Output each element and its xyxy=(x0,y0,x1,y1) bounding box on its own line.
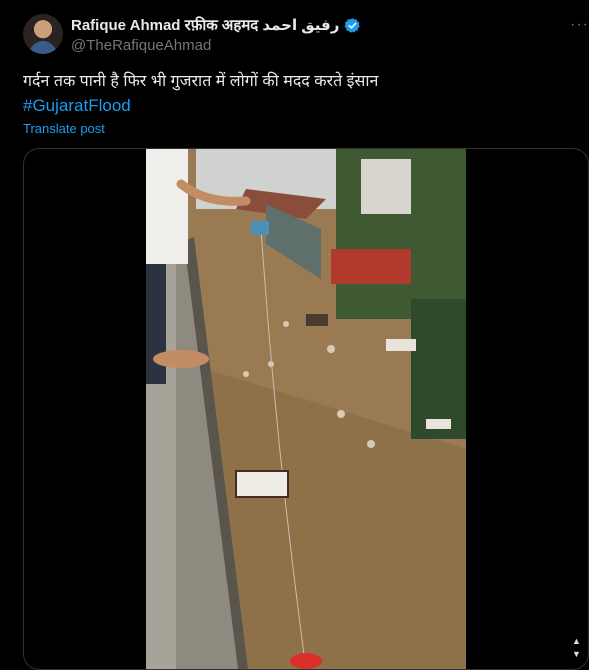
author-avatar[interactable] xyxy=(23,14,63,54)
author-name[interactable]: Rafique Ahmad रफ़ीक अहमद رفیق احمد xyxy=(71,15,339,35)
post-text: गर्दन तक पानी है फिर भी गुजरात में लोगों… xyxy=(23,73,379,90)
verified-badge-icon xyxy=(344,17,361,33)
author-handle[interactable]: @TheRafiqueAhmad xyxy=(71,37,211,54)
scrollbar-down-arrow[interactable]: ▼ xyxy=(572,649,581,659)
hashtag-link[interactable]: #GujaratFlood xyxy=(23,94,563,118)
more-options-icon[interactable]: ··· xyxy=(570,16,589,34)
video-player[interactable] xyxy=(23,148,589,670)
author-name-row: Rafique Ahmad रफ़ीक अहमद رفیق احمد xyxy=(71,15,361,35)
translate-post-link[interactable]: Translate post xyxy=(23,121,105,136)
post-text-block: गर्दन तक पानी है फिर भी गुजरात में लोगों… xyxy=(23,70,563,118)
video-frame[interactable] xyxy=(146,149,466,669)
scrollbar-up-arrow[interactable]: ▲ xyxy=(572,636,581,646)
